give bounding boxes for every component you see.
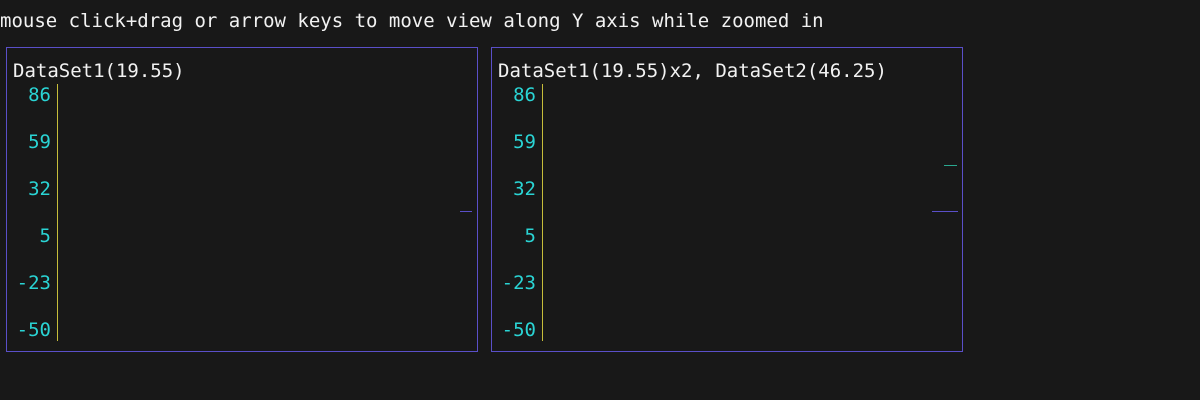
y-tick-label: 86	[28, 84, 51, 106]
y-tick-label: -50	[16, 319, 51, 341]
y-axis-line	[542, 84, 543, 341]
chart-title: DataSet1(19.55)x2, DataSet2(46.25)	[498, 60, 887, 82]
y-tick-label: 32	[513, 178, 536, 200]
y-tick-label: -23	[16, 272, 51, 294]
dataset2-mark	[944, 165, 957, 166]
y-tick-label: 86	[513, 84, 536, 106]
y-tick-label: 5	[524, 225, 536, 247]
y-tick-label: 32	[28, 178, 51, 200]
help-text: mouse click+drag or arrow keys to move v…	[0, 10, 824, 32]
dataset1-mark	[460, 211, 472, 212]
y-tick-label: 5	[39, 225, 51, 247]
y-axis-line	[57, 84, 58, 341]
dataset1-mark	[932, 211, 958, 212]
y-tick-label: 59	[513, 131, 536, 153]
chart-title: DataSet1(19.55)	[13, 60, 185, 82]
y-tick-label: 59	[28, 131, 51, 153]
y-tick-label: -23	[501, 272, 536, 294]
y-tick-label: -50	[501, 319, 536, 341]
chart-panel-left[interactable]: DataSet1(19.55) 86 59 32 5 -23 -50	[6, 47, 478, 352]
chart-panel-right[interactable]: DataSet1(19.55)x2, DataSet2(46.25) 86 59…	[491, 47, 963, 352]
